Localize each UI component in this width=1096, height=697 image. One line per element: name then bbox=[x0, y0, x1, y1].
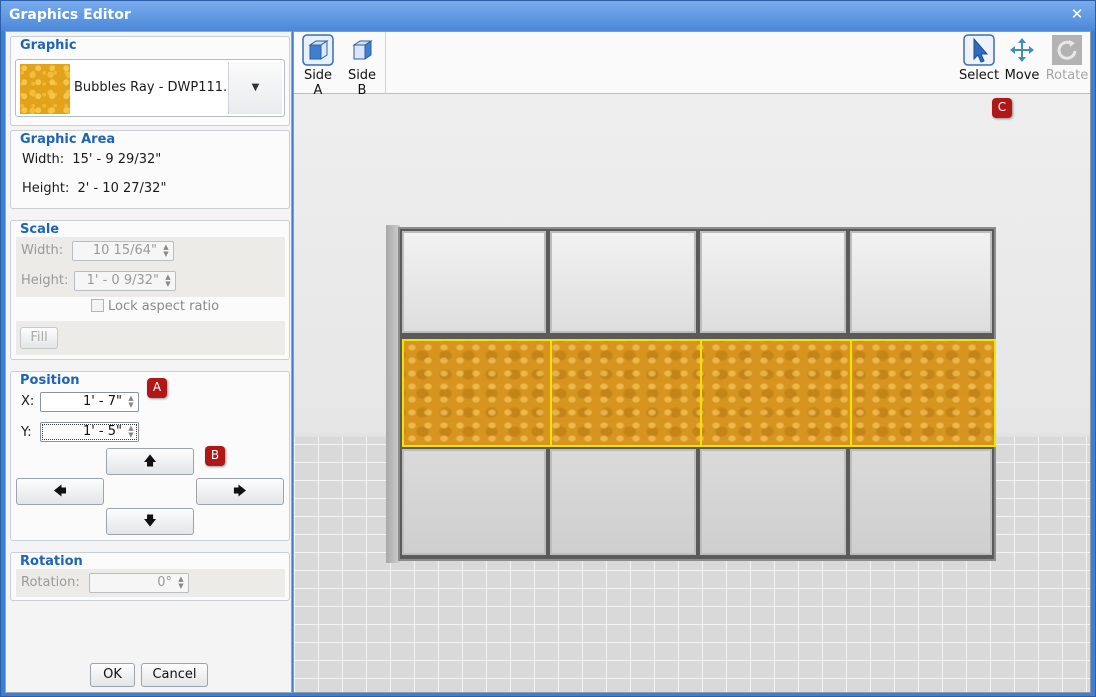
cancel-button[interactable]: Cancel bbox=[141, 663, 208, 687]
lock-aspect-checkbox[interactable]: Lock aspect ratio bbox=[91, 299, 219, 314]
move-arrows-icon bbox=[1010, 38, 1034, 62]
rotation-label: Rotation: bbox=[21, 575, 80, 590]
bottom-panel[interactable] bbox=[850, 449, 992, 555]
side-a-label: Side A bbox=[303, 68, 333, 98]
rotation-group: Rotation Rotation: 0° ▲ ▼ bbox=[10, 552, 290, 601]
annotation-badge-b: B bbox=[205, 446, 225, 466]
ok-button[interactable]: OK bbox=[90, 663, 135, 687]
graphic-area-width-label: Width: bbox=[22, 152, 65, 167]
rotation-area: Rotation: 0° ▲ ▼ bbox=[16, 569, 285, 597]
scale-dims-area: Width: 10 15/64" ▲ ▼ Height: 1' - 0 9/32"… bbox=[16, 237, 285, 297]
position-x-label: X: bbox=[21, 394, 35, 409]
scale-height-stepper[interactable]: 1' - 0 9/32" ▲ ▼ bbox=[74, 271, 176, 291]
rotation-stepper[interactable]: 0° ▲ ▼ bbox=[89, 573, 189, 593]
position-y-label: Y: bbox=[21, 425, 32, 440]
scale-height-label: Height: bbox=[21, 273, 69, 288]
side-b-button[interactable]: Side B bbox=[342, 34, 382, 98]
position-y-value: 1' - 5" bbox=[82, 424, 122, 439]
stepper-arrows-icon[interactable]: ▲ ▼ bbox=[176, 576, 186, 590]
stepper-arrows-icon[interactable]: ▲ ▼ bbox=[126, 395, 136, 409]
wall-frame bbox=[398, 227, 996, 561]
view-toolbar: Side A Side B Select Move Rotate bbox=[294, 32, 1090, 98]
lock-aspect-label: Lock aspect ratio bbox=[108, 299, 220, 314]
graphic-swatch bbox=[20, 64, 70, 114]
stepper-arrows-icon[interactable]: ▲ ▼ bbox=[161, 244, 171, 258]
top-panel[interactable] bbox=[550, 231, 696, 333]
graphic-group: Graphic Bubbles Ray - DWP111... ▼ bbox=[10, 36, 290, 126]
annotation-badge-c: C bbox=[992, 98, 1012, 118]
move-label: Move bbox=[1004, 68, 1040, 83]
graphic-select-value: Bubbles Ray - DWP111... bbox=[74, 80, 236, 95]
move-down-button[interactable]: 🡇 bbox=[106, 508, 194, 535]
graphic-divider bbox=[550, 341, 552, 445]
graphic-area-title: Graphic Area bbox=[18, 132, 118, 147]
rotate-label: Rotate bbox=[1045, 68, 1089, 83]
scale-height-value: 1' - 0 9/32" bbox=[86, 273, 159, 288]
side-b-label: Side B bbox=[347, 68, 377, 98]
checkbox-icon[interactable] bbox=[91, 299, 104, 312]
arrow-right-icon: 🡆 bbox=[233, 484, 247, 499]
rotation-value: 0° bbox=[157, 575, 172, 590]
arrow-up-icon: 🡅 bbox=[143, 454, 157, 469]
applied-graphic[interactable] bbox=[402, 339, 996, 447]
position-title: Position bbox=[18, 373, 82, 388]
move-up-button[interactable]: 🡅 bbox=[106, 448, 194, 475]
position-x-value: 1' - 7" bbox=[82, 394, 122, 409]
move-tool-button[interactable]: Move bbox=[1002, 34, 1042, 83]
stepper-arrows-icon[interactable]: ▲ ▼ bbox=[163, 274, 173, 288]
panel-wall[interactable] bbox=[386, 225, 1000, 565]
cursor-arrow-icon bbox=[963, 34, 995, 66]
graphic-divider bbox=[850, 341, 852, 445]
position-x-stepper[interactable]: 1' - 7" ▲ ▼ bbox=[40, 392, 139, 412]
scale-width-value: 10 15/64" bbox=[92, 243, 157, 258]
rotation-title: Rotation bbox=[18, 554, 85, 569]
stepper-arrows-icon[interactable]: ▲ ▼ bbox=[126, 425, 136, 439]
graphic-area-height-label: Height: bbox=[22, 181, 70, 196]
graphics-editor-window: Graphics Editor ✕ Graphic Bubbles Ray - … bbox=[0, 0, 1096, 697]
window-title: Graphics Editor bbox=[9, 7, 131, 23]
graphic-area-height-value: 2' - 10 27/32" bbox=[77, 181, 167, 196]
graphic-area-width: Width: 15' - 9 29/32" bbox=[22, 152, 161, 167]
fill-button[interactable]: Fill bbox=[20, 327, 58, 349]
title-bar[interactable]: Graphics Editor ✕ bbox=[1, 1, 1095, 31]
graphic-area-width-value: 15' - 9 29/32" bbox=[72, 152, 162, 167]
3d-viewport[interactable]: Side A Side B Select Move Rotate C bbox=[293, 31, 1091, 693]
graphic-select[interactable]: Bubbles Ray - DWP111... ▼ bbox=[15, 59, 285, 117]
bottom-panel[interactable] bbox=[700, 449, 846, 555]
move-left-button[interactable]: 🡄 bbox=[16, 478, 104, 505]
bottom-panel[interactable] bbox=[550, 449, 696, 555]
cube-back-icon bbox=[352, 40, 373, 60]
move-right-button[interactable]: 🡆 bbox=[196, 478, 284, 505]
select-label: Select bbox=[958, 68, 1000, 83]
rotate-icon bbox=[1052, 35, 1082, 65]
chevron-down-icon[interactable]: ▼ bbox=[228, 62, 282, 114]
top-panel[interactable] bbox=[402, 231, 546, 333]
graphic-area-group: Graphic Area Width: 15' - 9 29/32" Heigh… bbox=[10, 130, 290, 209]
bottom-panel[interactable] bbox=[402, 449, 546, 555]
graphic-group-title: Graphic bbox=[18, 38, 79, 53]
annotation-badge-a: A bbox=[147, 378, 167, 398]
arrow-left-icon: 🡄 bbox=[53, 484, 67, 499]
top-panel[interactable] bbox=[700, 231, 846, 333]
position-y-stepper[interactable]: 1' - 5" ▲ ▼ bbox=[40, 422, 139, 442]
position-group: Position X: 1' - 7" ▲ ▼ Y: 1' - 5" ▲ ▼ 🡅 🡄… bbox=[10, 371, 290, 541]
toolbar-separator bbox=[385, 32, 386, 94]
fill-area: Fill bbox=[16, 321, 285, 355]
top-panel[interactable] bbox=[850, 231, 992, 333]
scale-title: Scale bbox=[18, 222, 62, 237]
scale-group: Scale Width: 10 15/64" ▲ ▼ Height: 1' - 0… bbox=[10, 220, 290, 360]
properties-panel: Graphic Bubbles Ray - DWP111... ▼ Graphi… bbox=[5, 31, 292, 693]
close-icon[interactable]: ✕ bbox=[1069, 6, 1085, 22]
cube-front-icon bbox=[302, 34, 334, 66]
side-a-button[interactable]: Side A bbox=[298, 34, 338, 98]
graphic-area-height: Height: 2' - 10 27/32" bbox=[22, 181, 166, 196]
select-tool-button[interactable]: Select bbox=[958, 34, 1000, 83]
graphic-divider bbox=[700, 341, 702, 445]
scale-width-stepper[interactable]: 10 15/64" ▲ ▼ bbox=[72, 241, 174, 261]
scale-width-label: Width: bbox=[21, 243, 64, 258]
arrow-down-icon: 🡇 bbox=[143, 514, 157, 529]
rotate-tool-button[interactable]: Rotate bbox=[1044, 34, 1090, 83]
